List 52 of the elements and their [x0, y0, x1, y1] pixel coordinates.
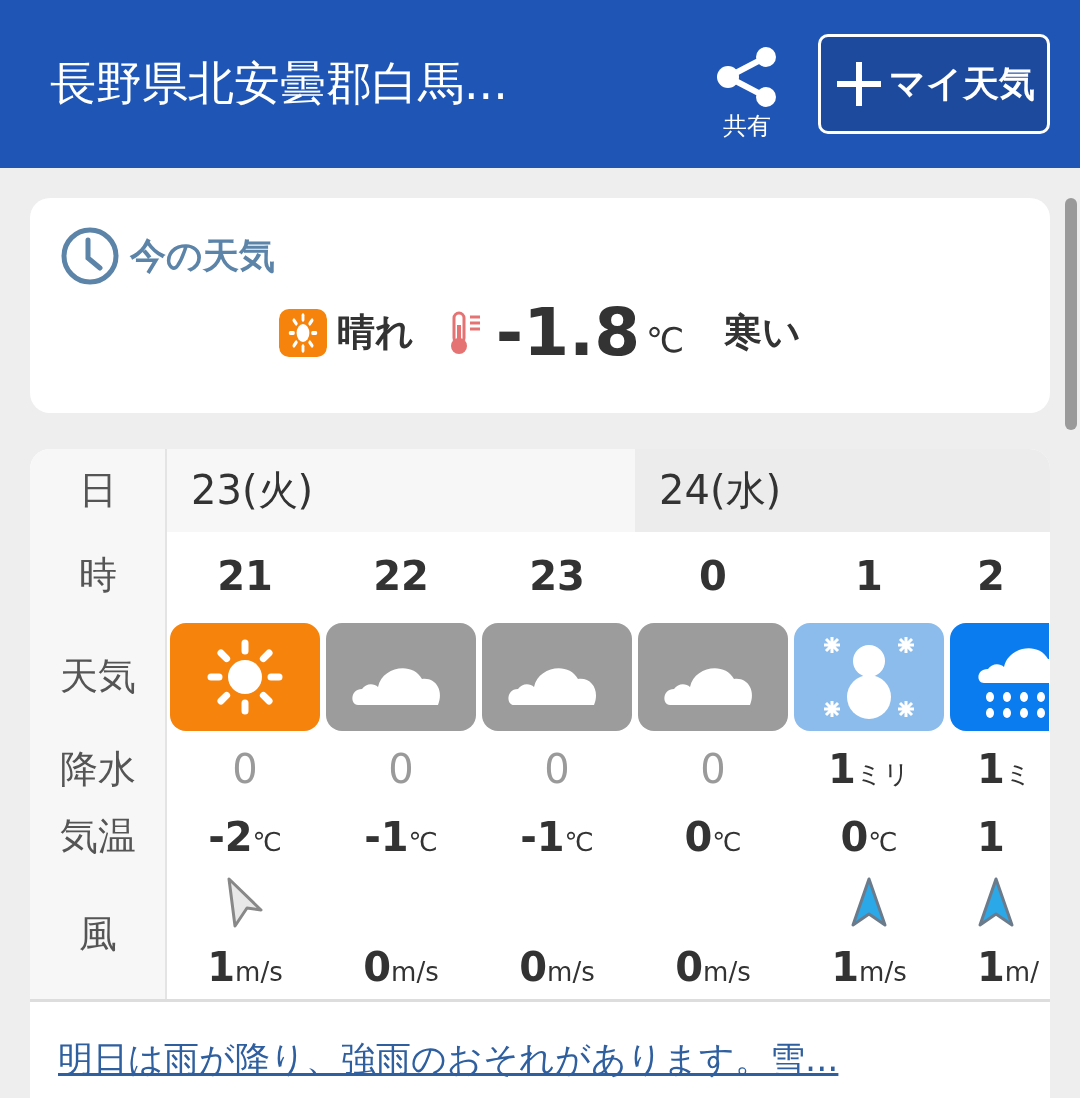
precipitation-cell: 0: [388, 746, 414, 792]
wind-speed-cell: 1m/: [977, 943, 1039, 990]
weather-icon: [278, 308, 327, 357]
hour-cell: 23: [529, 552, 585, 599]
clock-icon: [60, 226, 120, 286]
section-title: 今の天気: [130, 233, 275, 278]
add-my-weather-button[interactable]: マイ天気: [818, 34, 1050, 134]
hour-cell: 21: [217, 552, 273, 599]
hour-cell: 2: [977, 552, 1005, 599]
weather-icon: [170, 622, 320, 731]
wind-speed-cell: 0m/s: [675, 943, 751, 990]
precipitation-cell: 0: [544, 746, 570, 792]
weather-icon: [326, 622, 476, 731]
temperature-cell: 1: [977, 813, 1005, 860]
wind-arrow-icon: [225, 875, 265, 928]
wind-speed-cell: 0m/s: [363, 943, 439, 990]
precipitation-cell: 0: [700, 746, 726, 792]
wind-speed-cell: 1m/s: [207, 943, 283, 990]
row-label: 降水: [58, 745, 137, 793]
weather-text: 晴れ: [336, 309, 414, 356]
wind-speed-cell: 1m/s: [831, 943, 907, 990]
row-label: 天気: [58, 653, 137, 700]
weather-icon: [638, 622, 788, 731]
temperature-cell: -1℃: [364, 813, 438, 860]
forecast-summary-link[interactable]: 明日は雨が降り、強雨のおそれがあります。雪...: [58, 1039, 839, 1079]
date-header: 23(火): [167, 449, 635, 532]
hour-cell: 1: [855, 552, 883, 599]
feeling-text: 寒い: [724, 309, 802, 356]
row-label: 日: [77, 467, 118, 514]
scroll-bar[interactable]: [1065, 198, 1077, 430]
hour-cell: 0: [699, 552, 727, 599]
temperature-unit: ℃: [646, 319, 685, 360]
wind-arrow-icon: [850, 875, 888, 928]
temperature-cell: -1℃: [520, 813, 594, 860]
hour-cell: 22: [373, 552, 429, 599]
wind-arrow-icon: [977, 875, 1015, 928]
temperature-cell: 0℃: [684, 813, 742, 860]
row-label: 気温: [58, 813, 137, 860]
precipitation-cell: 0: [232, 746, 258, 792]
temperature-cell: 0℃: [840, 813, 898, 860]
precipitation-cell: 1 ミリ: [828, 746, 910, 792]
date-header: 24(水): [635, 449, 1050, 532]
row-label: 風: [77, 910, 118, 958]
weather-icon: [794, 622, 944, 731]
row-label: 時: [77, 552, 118, 599]
precipitation-cell: 1 ミ: [977, 746, 1032, 792]
temperature-cell: -2℃: [208, 813, 282, 860]
share-button[interactable]: 共有: [714, 46, 780, 142]
location-title: 長野県北安曇郡白馬...: [50, 55, 509, 112]
weather-icon: [482, 622, 632, 731]
temperature-value: -1.8: [495, 294, 641, 371]
wind-speed-cell: 0m/s: [519, 943, 595, 990]
